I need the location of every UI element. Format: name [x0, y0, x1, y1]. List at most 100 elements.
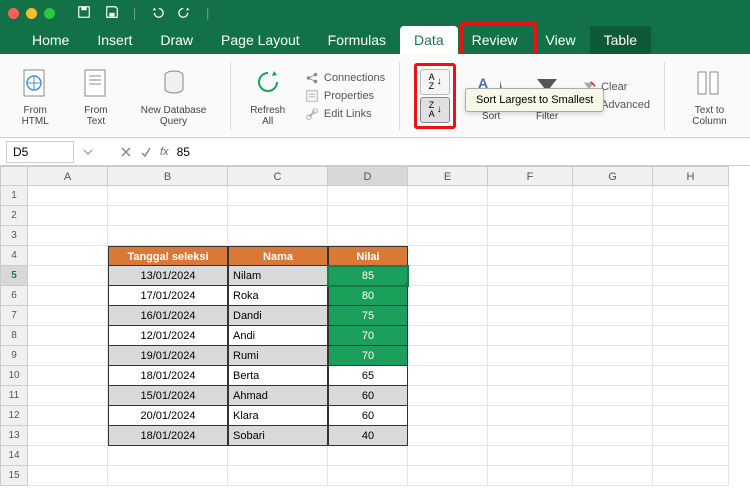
- cell-C12[interactable]: Klara: [228, 406, 328, 426]
- row-header-14[interactable]: 14: [0, 446, 28, 466]
- cell-H6[interactable]: [653, 286, 729, 306]
- cell-E15[interactable]: [408, 466, 488, 486]
- sort-ascending-button[interactable]: AZ↓: [420, 69, 450, 95]
- cell-B7[interactable]: 16/01/2024: [108, 306, 228, 326]
- row-header-13[interactable]: 13: [0, 426, 28, 446]
- cell-B9[interactable]: 19/01/2024: [108, 346, 228, 366]
- cell-B14[interactable]: [108, 446, 228, 466]
- cell-H11[interactable]: [653, 386, 729, 406]
- cell-A3[interactable]: [28, 226, 108, 246]
- cell-D3[interactable]: [328, 226, 408, 246]
- cell-B2[interactable]: [108, 206, 228, 226]
- tab-draw[interactable]: Draw: [146, 26, 207, 54]
- tab-formulas[interactable]: Formulas: [314, 26, 400, 54]
- cell-F13[interactable]: [488, 426, 573, 446]
- cell-B1[interactable]: [108, 186, 228, 206]
- cell-E1[interactable]: [408, 186, 488, 206]
- cell-B12[interactable]: 20/01/2024: [108, 406, 228, 426]
- cell-E5[interactable]: [408, 266, 488, 286]
- cell-H10[interactable]: [653, 366, 729, 386]
- maximize-icon[interactable]: [44, 8, 55, 19]
- cell-C4[interactable]: Nama: [228, 246, 328, 266]
- cell-E8[interactable]: [408, 326, 488, 346]
- cell-B11[interactable]: 15/01/2024: [108, 386, 228, 406]
- tab-page-layout[interactable]: Page Layout: [207, 26, 314, 54]
- cell-C9[interactable]: Rumi: [228, 346, 328, 366]
- cell-G12[interactable]: [573, 406, 653, 426]
- cell-A2[interactable]: [28, 206, 108, 226]
- cell-G1[interactable]: [573, 186, 653, 206]
- cell-D1[interactable]: [328, 186, 408, 206]
- redo-icon[interactable]: [178, 5, 192, 22]
- cell-F3[interactable]: [488, 226, 573, 246]
- cell-E13[interactable]: [408, 426, 488, 446]
- formula-value[interactable]: 85: [177, 145, 190, 159]
- cell-H7[interactable]: [653, 306, 729, 326]
- cell-H8[interactable]: [653, 326, 729, 346]
- cell-G2[interactable]: [573, 206, 653, 226]
- edit-links-button[interactable]: Edit Links: [305, 107, 385, 121]
- row-header-7[interactable]: 7: [0, 306, 28, 326]
- cell-F1[interactable]: [488, 186, 573, 206]
- cell-C13[interactable]: Sobari: [228, 426, 328, 446]
- cell-C11[interactable]: Ahmad: [228, 386, 328, 406]
- sort-descending-button[interactable]: ZA↓: [420, 97, 450, 123]
- cell-A7[interactable]: [28, 306, 108, 326]
- cell-D14[interactable]: [328, 446, 408, 466]
- cell-E14[interactable]: [408, 446, 488, 466]
- cell-C5[interactable]: Nilam: [228, 266, 328, 286]
- cell-B15[interactable]: [108, 466, 228, 486]
- cell-D9[interactable]: 70: [328, 346, 408, 366]
- close-icon[interactable]: [8, 8, 19, 19]
- cell-E10[interactable]: [408, 366, 488, 386]
- cell-A13[interactable]: [28, 426, 108, 446]
- cell-A11[interactable]: [28, 386, 108, 406]
- cell-H2[interactable]: [653, 206, 729, 226]
- cell-C6[interactable]: Roka: [228, 286, 328, 306]
- cell-E4[interactable]: [408, 246, 488, 266]
- row-header-8[interactable]: 8: [0, 326, 28, 346]
- cell-D11[interactable]: 60: [328, 386, 408, 406]
- fx-icon[interactable]: fx: [160, 146, 169, 158]
- cell-D2[interactable]: [328, 206, 408, 226]
- cell-H5[interactable]: [653, 266, 729, 286]
- cell-H14[interactable]: [653, 446, 729, 466]
- row-header-12[interactable]: 12: [0, 406, 28, 426]
- cell-A12[interactable]: [28, 406, 108, 426]
- column-header-A[interactable]: A: [28, 166, 108, 186]
- cell-H4[interactable]: [653, 246, 729, 266]
- row-header-6[interactable]: 6: [0, 286, 28, 306]
- refresh-all-button[interactable]: Refresh All: [245, 64, 291, 127]
- row-header-1[interactable]: 1: [0, 186, 28, 206]
- cell-G11[interactable]: [573, 386, 653, 406]
- cell-F5[interactable]: [488, 266, 573, 286]
- select-all-corner[interactable]: [0, 166, 28, 186]
- cell-F7[interactable]: [488, 306, 573, 326]
- cell-B6[interactable]: 17/01/2024: [108, 286, 228, 306]
- cell-H1[interactable]: [653, 186, 729, 206]
- row-header-9[interactable]: 9: [0, 346, 28, 366]
- cell-H3[interactable]: [653, 226, 729, 246]
- tab-view[interactable]: View: [532, 26, 590, 54]
- cell-F2[interactable]: [488, 206, 573, 226]
- column-header-B[interactable]: B: [108, 166, 228, 186]
- cell-G9[interactable]: [573, 346, 653, 366]
- row-header-2[interactable]: 2: [0, 206, 28, 226]
- from-html-button[interactable]: From HTML: [10, 64, 60, 127]
- column-header-D[interactable]: D: [328, 166, 408, 186]
- cell-E11[interactable]: [408, 386, 488, 406]
- cell-H13[interactable]: [653, 426, 729, 446]
- properties-button[interactable]: Properties: [305, 89, 385, 103]
- cell-D8[interactable]: 70: [328, 326, 408, 346]
- name-box[interactable]: [6, 141, 74, 163]
- tab-review[interactable]: Review: [458, 26, 532, 54]
- cell-F8[interactable]: [488, 326, 573, 346]
- cell-F15[interactable]: [488, 466, 573, 486]
- cell-A15[interactable]: [28, 466, 108, 486]
- cell-E3[interactable]: [408, 226, 488, 246]
- cell-E2[interactable]: [408, 206, 488, 226]
- cell-B13[interactable]: 18/01/2024: [108, 426, 228, 446]
- cell-D13[interactable]: 40: [328, 426, 408, 446]
- cell-E9[interactable]: [408, 346, 488, 366]
- cell-B10[interactable]: 18/01/2024: [108, 366, 228, 386]
